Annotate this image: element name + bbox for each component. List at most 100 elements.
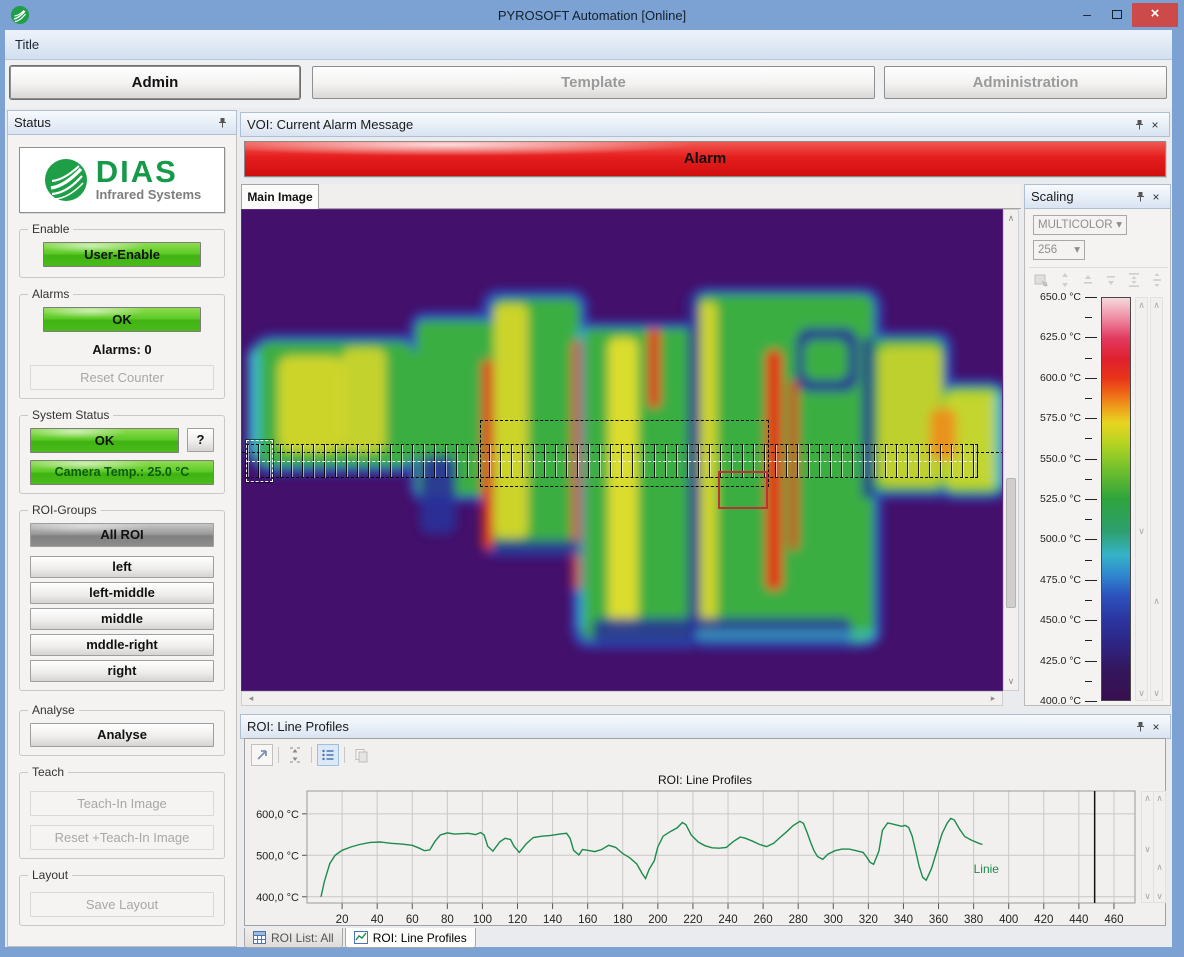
roi-left-middle-button[interactable]: left-middle [30,582,214,604]
image-horizontal-scrollbar[interactable]: ◂ ▸ [241,691,1003,706]
scroll-right-icon[interactable]: ▸ [986,693,1000,704]
chevron-up-icon[interactable]: ∧ [1151,596,1162,606]
chart-lower-slider[interactable]: ∧ ∧ ∨ [1153,791,1166,903]
thermal-image[interactable] [241,209,1003,691]
status-panel-title: Status [14,115,51,130]
scale-tick [1085,620,1097,621]
levels-value: 256 [1038,241,1057,259]
roi-middle-right-button[interactable]: mddle-right [30,634,214,656]
roi-left-button[interactable]: left [30,556,214,578]
save-layout-button[interactable]: Save Layout [30,892,214,917]
roi-middle-button[interactable]: middle [30,608,214,630]
line-profiles-panel: ROI: Line Profiles × 2040608010012014016… [240,714,1171,947]
scale-tick [1085,337,1097,338]
scroll-down-icon[interactable]: ∨ [1004,676,1018,687]
scale-lower-slider[interactable]: ∧ ∧ ∨ [1150,297,1163,701]
pin-icon[interactable] [1132,189,1148,205]
chevron-down-icon[interactable]: ∨ [1136,526,1147,536]
scale-minor-tick [1085,640,1092,641]
color-palette-bar[interactable] [1101,297,1131,701]
chevron-up-icon[interactable]: ∧ [1136,300,1147,310]
chevron-up-icon[interactable]: ∧ [1154,793,1165,803]
user-enable-button[interactable]: User-Enable [43,242,201,267]
minimize-button[interactable]: – [1072,3,1102,27]
scale-minor-tick [1085,358,1092,359]
svg-text:120: 120 [508,914,527,926]
tab-main-image[interactable]: Main Image [241,184,319,209]
pin-icon[interactable] [1131,117,1147,133]
pin-icon[interactable] [214,115,230,131]
profiles-panel-title: ROI: Line Profiles [247,719,349,734]
levels-dropdown[interactable]: 256 ▾ [1033,240,1085,260]
roi-right-button[interactable]: right [30,660,214,682]
vertical-scroll-thumb[interactable] [1006,478,1016,608]
chevron-up-icon[interactable]: ∧ [1154,862,1165,872]
chevron-down-icon[interactable]: ∨ [1151,688,1162,698]
alarms-group-label: Alarms [28,287,73,301]
analyse-button[interactable]: Analyse [30,723,214,747]
close-panel-icon[interactable]: × [1147,117,1163,133]
scale-minor-tick [1085,317,1092,318]
chevron-down-icon[interactable]: ∨ [1142,891,1153,901]
chevron-up-icon[interactable]: ∧ [1142,793,1153,803]
scale-min-down-icon[interactable] [1104,272,1118,288]
scale-expand-icon[interactable] [1058,272,1072,288]
close-button[interactable]: × [1132,3,1178,27]
analyse-group-label: Analyse [28,703,79,717]
nav-admin-button[interactable]: Admin [10,66,300,99]
system-help-button[interactable]: ? [187,428,214,452]
roi-groups-group: ROI-Groups All ROI left left-middle midd… [19,510,225,691]
copy-save-button[interactable] [350,744,372,766]
roi-selected-rectangle[interactable] [718,471,768,509]
reset-teach-in-button[interactable]: Reset +Teach-In Image [30,825,214,850]
nav-template-button[interactable]: Template [312,66,875,99]
scroll-left-icon[interactable]: ◂ [244,693,258,704]
camera-temp-indicator: Camera Temp.: 25.0 °C [30,460,214,485]
maximize-button[interactable] [1102,3,1132,27]
profiles-panel-header: ROI: Line Profiles × [240,714,1171,739]
chevron-down-icon[interactable]: ∨ [1136,688,1147,698]
svg-text:20: 20 [336,914,349,926]
teach-group: Teach Teach-In Image Reset +Teach-In Ima… [19,772,225,859]
autoscale-center-icon[interactable] [1150,272,1164,288]
tab-roi-list[interactable]: ROI List: All [244,928,343,948]
pin-icon[interactable] [1132,719,1148,735]
scale-tick [1085,701,1097,702]
roi-all-button[interactable]: All ROI [30,523,214,547]
close-panel-icon[interactable]: × [1148,719,1164,735]
menu-title[interactable]: Title [15,37,39,52]
autoscale-icon[interactable] [1127,272,1141,288]
legend-toggle-button[interactable] [317,744,339,766]
autoscale-y-button[interactable] [284,744,306,766]
chevron-down-icon[interactable]: ∨ [1154,891,1165,901]
palette-dropdown[interactable]: MULTICOLOR ▾ [1033,215,1127,235]
scale-temperature-label: 525.0 °C [1040,493,1081,505]
palette-properties-icon[interactable] [1033,272,1049,288]
close-panel-icon[interactable]: × [1148,189,1164,205]
teach-in-image-button[interactable]: Teach-In Image [30,791,214,816]
nav-administration-button[interactable]: Administration [884,66,1167,99]
scale-minor-tick [1085,519,1092,520]
image-vertical-scrollbar[interactable]: ∧ ∨ [1003,209,1019,691]
scale-tick [1085,297,1097,298]
enable-group-label: Enable [28,222,73,236]
roi-left-box[interactable] [246,440,273,482]
profiles-tab-strip: ROI List: All ROI: Line Profiles [244,928,476,948]
chevron-up-icon[interactable]: ∧ [1151,300,1162,310]
scroll-up-icon[interactable]: ∧ [1004,213,1018,224]
reset-counter-button[interactable]: Reset Counter [30,365,214,390]
scaling-toolbar [1029,267,1168,291]
svg-text:320: 320 [859,914,878,926]
scale-max-up-icon[interactable] [1081,272,1095,288]
status-panel-header: Status [7,110,237,135]
roi-groups-label: ROI-Groups [28,503,101,517]
dias-logo: DIAS Infrared Systems [19,147,225,213]
scale-upper-slider[interactable]: ∧ ∨ ∨ [1135,297,1148,701]
maximize-icon [1112,10,1122,19]
table-icon [253,931,266,944]
chevron-down-icon[interactable]: ∨ [1142,844,1153,854]
svg-text:500,0 °C: 500,0 °C [256,850,299,862]
export-chart-button[interactable] [251,744,273,766]
tab-line-profiles[interactable]: ROI: Line Profiles [345,928,476,948]
profiles-toolbar [251,744,372,766]
